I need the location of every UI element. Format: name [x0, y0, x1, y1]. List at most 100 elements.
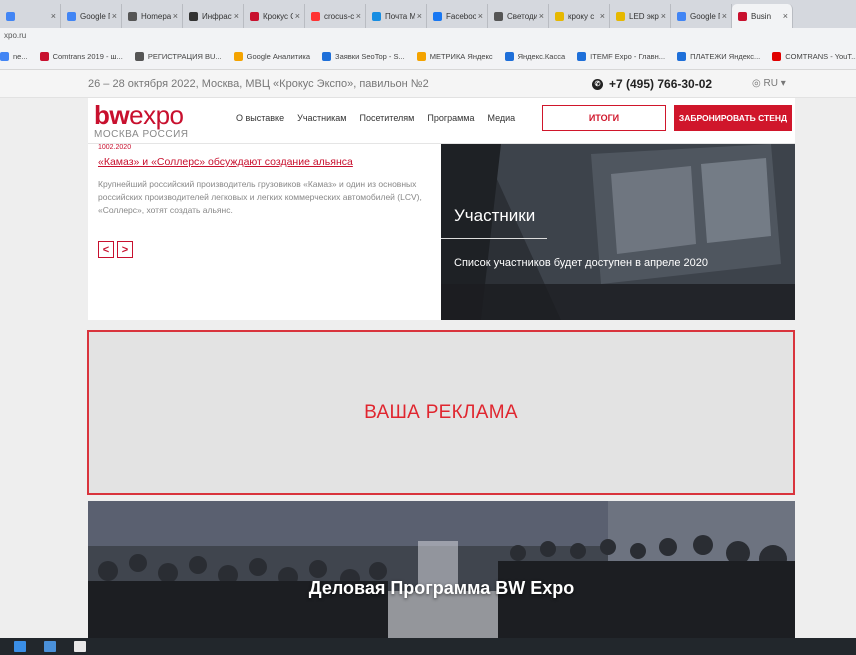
tab-label: Почта Ма — [385, 11, 415, 21]
bookmark-icon — [322, 52, 332, 61]
close-tab-icon[interactable]: × — [234, 11, 239, 21]
bookmark-icon — [39, 52, 49, 61]
divider-line — [441, 238, 547, 239]
nav-about[interactable]: О выставке — [236, 113, 284, 123]
tab-label: кроку с — [568, 11, 595, 21]
nav-visitors[interactable]: Посетителям — [359, 113, 414, 123]
news-next-button[interactable]: > — [117, 241, 133, 258]
book-stand-button[interactable]: ЗАБРОНИРОВАТЬ СТЕНД — [674, 105, 792, 131]
windows-start-icon[interactable] — [14, 641, 26, 652]
address-bar-fragment[interactable]: xpo.ru — [0, 28, 856, 44]
browser-tab[interactable]: Facebook× — [427, 4, 488, 28]
news-date: 1002.2020 — [98, 144, 132, 151]
bookmark-label: Заявки SeoTop - S... — [335, 52, 405, 61]
tab-label: Светоди — [507, 11, 537, 21]
bus-photo — [441, 144, 795, 320]
business-program-banner[interactable]: Деловая Программа BW Expo — [88, 501, 795, 638]
browser-tab[interactable]: × — [0, 4, 61, 28]
participants-promo[interactable]: Участники Список участников будет доступ… — [441, 144, 795, 320]
bookmark-item[interactable]: Яндекс.Касса — [504, 52, 565, 61]
news-text: Крупнейший российский производитель груз… — [98, 179, 422, 215]
bookmarks-bar: ne... Comtrans 2019 - ш... РЕГИСТРАЦИЯ BU.… — [0, 44, 856, 70]
globe-icon: ◎ — [752, 78, 764, 89]
close-tab-icon[interactable]: × — [661, 11, 666, 21]
browser-tab[interactable]: Google Пл× — [61, 4, 122, 28]
close-tab-icon[interactable]: × — [417, 11, 422, 21]
bookmark-label: ПЛАТЕЖИ Яндекс... — [690, 52, 761, 61]
results-button[interactable]: ИТОГИ — [542, 105, 666, 131]
bookmark-item[interactable]: МЕТРИКА Яндекс — [416, 52, 493, 61]
ad-banner[interactable]: ВАША РЕКЛАМА — [87, 330, 795, 495]
close-tab-icon[interactable]: × — [783, 11, 788, 21]
browser-tab[interactable]: Инфраст× — [183, 4, 244, 28]
browser-tab[interactable]: LED экра× — [610, 4, 671, 28]
bookmark-item[interactable]: Comtrans 2019 - ш... — [39, 52, 123, 61]
close-tab-icon[interactable]: × — [356, 11, 361, 21]
news-title-link[interactable]: «Камаз» и «Соллерс» обсуждают создание а… — [98, 156, 353, 168]
bookmark-item[interactable]: Заявки SeoTop - S... — [322, 52, 405, 61]
app-icon[interactable] — [74, 641, 86, 652]
logo-expo: expo — [129, 100, 184, 130]
close-tab-icon[interactable]: × — [722, 11, 727, 21]
bwexpo-logo[interactable]: bwexpo МОСКВА РОССИЯ — [94, 102, 189, 140]
os-taskbar — [0, 638, 856, 655]
phone-icon: ✆ — [592, 78, 603, 90]
bookmark-icon — [504, 52, 514, 61]
ad-banner-text: ВАША РЕКЛАМА — [364, 401, 518, 423]
phone-number[interactable]: ✆ +7 (495) 766-30-02 — [592, 77, 712, 91]
bookmark-icon — [677, 52, 687, 61]
close-tab-icon[interactable]: × — [600, 11, 605, 21]
close-tab-icon[interactable]: × — [173, 11, 178, 21]
tab-label: Google Пл — [690, 11, 720, 21]
close-tab-icon[interactable]: × — [51, 11, 56, 21]
browser-tab[interactable]: Почта Ма× — [366, 4, 427, 28]
bookmark-label: РЕГИСТРАЦИЯ BU... — [147, 52, 222, 61]
browser-tab[interactable]: Светоди × — [488, 4, 549, 28]
favicon-icon — [738, 11, 747, 21]
nav-program[interactable]: Программа — [427, 113, 474, 123]
browser-tab[interactable]: Homepag× — [122, 4, 183, 28]
browser-tab[interactable]: Google Пл× — [671, 4, 732, 28]
tab-label: Google Пл — [80, 11, 110, 21]
browser-tab[interactable]: crocus-c. × — [305, 4, 366, 28]
bookmark-item[interactable]: ne... — [0, 52, 28, 61]
browser-tab[interactable]: Крокус С× — [244, 4, 305, 28]
bookmark-label: COMTRANS - YouT... — [785, 52, 856, 61]
close-tab-icon[interactable]: × — [539, 11, 544, 21]
site-header: bwexpo МОСКВА РОССИЯ О выставке Участник… — [88, 98, 795, 144]
close-tab-icon[interactable]: × — [478, 11, 483, 21]
participants-title: Участники — [454, 206, 536, 225]
news-slider-arrows: < > — [98, 241, 136, 258]
close-tab-icon[interactable]: × — [295, 11, 300, 21]
site-info-bar: 26 – 28 октября 2022, Москва, МВЦ «Кроку… — [0, 70, 856, 98]
nav-exhibitors[interactable]: Участникам — [297, 113, 346, 123]
bookmark-item[interactable]: ПЛАТЕЖИ Яндекс... — [677, 52, 760, 61]
favicon-icon — [250, 11, 259, 21]
favicon-icon — [189, 11, 198, 21]
browser-tab[interactable]: Busin × — [732, 4, 793, 28]
news-block: 1002.2020 «Камаз» и «Соллерс» обсуждают … — [88, 144, 441, 320]
main-nav: О выставке Участникам Посетителям Програ… — [236, 113, 528, 123]
bookmark-item[interactable]: РЕГИСТРАЦИЯ BU... — [134, 52, 222, 61]
close-tab-icon[interactable]: × — [112, 11, 117, 21]
bookmark-item[interactable]: Google Аналитика — [233, 52, 310, 61]
tab-label: Facebook — [446, 11, 476, 21]
nav-media[interactable]: Медиа — [488, 113, 516, 123]
news-prev-button[interactable]: < — [98, 241, 114, 258]
browser-tab[interactable]: кроку с × — [549, 4, 610, 28]
browser-tab-strip: ×Google Пл×Homepag×Инфраст×Крокус С×croc… — [0, 0, 856, 28]
bookmark-item[interactable]: COMTRANS - YouT... — [772, 52, 856, 61]
business-program-title: Деловая Программа BW Expo — [308, 578, 575, 598]
language-selector[interactable]: ◎ RU ▾ — [752, 78, 786, 89]
conference-photo — [88, 501, 795, 638]
participants-subtitle: Список участников будет доступен в апрел… — [454, 257, 708, 269]
event-dates: 26 – 28 октября 2022, Москва, МВЦ «Кроку… — [88, 78, 429, 90]
tab-label: LED экра — [629, 11, 659, 21]
bookmark-label: Comtrans 2019 - ш... — [52, 52, 123, 61]
tab-label: Инфраст — [202, 11, 232, 21]
favicon-icon — [6, 11, 15, 21]
taskview-icon[interactable] — [44, 641, 56, 652]
bookmark-item[interactable]: ITEMF Expo - Главн... — [577, 52, 665, 61]
favicon-icon — [433, 11, 442, 21]
bookmark-label: ne... — [13, 52, 28, 61]
